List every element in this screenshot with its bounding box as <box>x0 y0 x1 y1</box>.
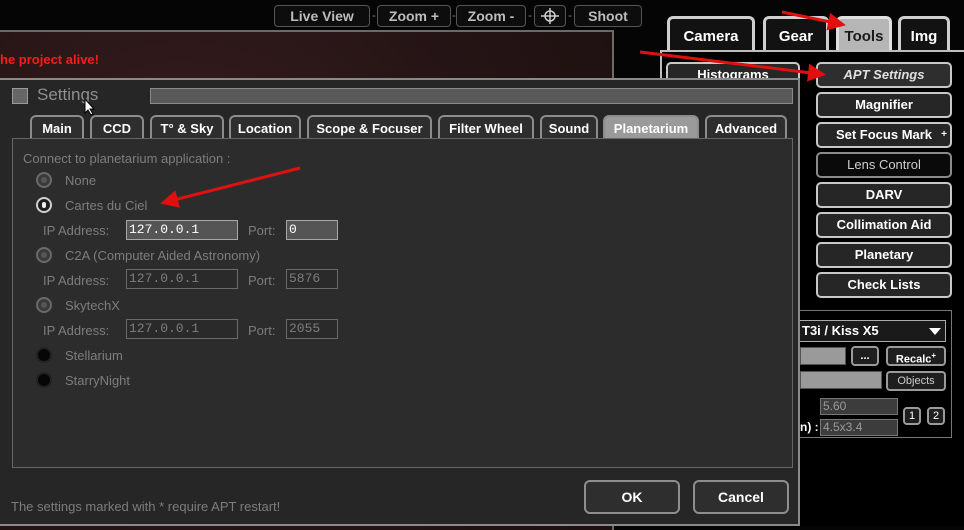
plus-mark: + <box>941 129 947 140</box>
camera-model-value: T3i / Kiss X5 <box>802 323 879 338</box>
radio-stellarium[interactable] <box>36 347 52 363</box>
radio-none[interactable] <box>36 172 52 188</box>
window-icon <box>12 88 28 104</box>
ip-address-label: IP Address: <box>43 323 110 338</box>
darv-button[interactable]: DARV <box>816 182 952 208</box>
radio-c2a-label: C2A (Computer Aided Astronomy) <box>65 248 261 263</box>
chevron-down-icon <box>929 328 941 335</box>
magnifier-button[interactable]: Magnifier <box>816 92 952 118</box>
ip-address-label: IP Address: <box>43 223 110 238</box>
radio-starrynight[interactable] <box>36 372 52 388</box>
radio-starrynight-label: StarryNight <box>65 373 131 388</box>
tab-temp-sky[interactable]: T° & Sky <box>150 115 224 139</box>
set-focus-mark-label: Set Focus Mark <box>835 127 933 142</box>
planetary-button[interactable]: Planetary <box>816 242 952 268</box>
collimation-aid-button[interactable]: Collimation Aid <box>816 212 952 238</box>
crosshair-button[interactable] <box>534 5 566 27</box>
tab-main[interactable]: Main <box>30 115 84 139</box>
radio-none-label: None <box>65 173 97 188</box>
radio-cartes-du-ciel[interactable] <box>36 197 52 213</box>
set-focus-mark-button[interactable]: Set Focus Mark + <box>816 122 952 148</box>
ok-button[interactable]: OK <box>584 480 680 514</box>
preset-1-button[interactable]: 1 <box>903 407 921 425</box>
tab-ccd[interactable]: CCD <box>90 115 144 139</box>
field-label: n) : <box>800 420 819 434</box>
c2a-ip-field[interactable]: 127.0.0.1 <box>126 269 238 289</box>
tab-img[interactable]: Img <box>898 16 950 52</box>
port-label: Port: <box>248 223 276 238</box>
port-label: Port: <box>248 273 276 288</box>
toolbar-separator: - <box>528 8 532 22</box>
live-view-button[interactable]: Live View <box>274 5 370 27</box>
planetarium-settings-panel <box>12 138 793 468</box>
objects-button[interactable]: Objects <box>886 371 946 391</box>
recalc-label: Recalc <box>895 353 932 366</box>
cdc-ip-field[interactable]: 127.0.0.1 <box>126 220 238 240</box>
radio-skytechx-label: SkytechX <box>65 298 120 313</box>
tab-filter-wheel[interactable]: Filter Wheel <box>438 115 534 139</box>
shoot-button[interactable]: Shoot <box>574 5 642 27</box>
apt-settings-button[interactable]: APT Settings <box>816 62 952 88</box>
radio-skytechx[interactable] <box>36 297 52 313</box>
cdc-port-field[interactable]: 0 <box>286 220 338 240</box>
skytechx-port-field[interactable]: 2055 <box>286 319 338 339</box>
radio-stellarium-label: Stellarium <box>65 348 123 363</box>
connect-label: Connect to planetarium application : <box>23 151 231 166</box>
tab-planetarium[interactable]: Planetarium <box>603 115 699 139</box>
toolbar-separator: - <box>568 8 572 22</box>
radio-cartes-du-ciel-label: Cartes du Ciel <box>65 198 148 213</box>
restart-footnote: The settings marked with * require APT r… <box>11 499 281 514</box>
preset-2-button[interactable]: 2 <box>927 407 945 425</box>
zoom-out-button[interactable]: Zoom - <box>456 5 526 27</box>
browse-button[interactable]: ... <box>851 346 879 366</box>
object-field[interactable] <box>800 371 882 389</box>
tab-sound[interactable]: Sound <box>540 115 598 139</box>
tab-location[interactable]: Location <box>229 115 301 139</box>
zoom-in-button[interactable]: Zoom + <box>377 5 451 27</box>
toolbar-separator: - <box>372 8 376 22</box>
value-field-1: 5.60 <box>820 398 898 415</box>
port-label: Port: <box>248 323 276 338</box>
title-bar[interactable] <box>150 88 793 104</box>
recalc-button[interactable]: Recalc+ <box>886 346 946 366</box>
ip-address-label: IP Address: <box>43 273 110 288</box>
plus-mark: + <box>931 351 937 360</box>
camera-model-select[interactable]: T3i / Kiss X5 <box>800 320 946 342</box>
tab-camera[interactable]: Camera <box>667 16 755 52</box>
lens-field[interactable] <box>800 347 846 365</box>
value-field-2: 4.5x3.4 <box>820 419 898 436</box>
crosshair-icon <box>541 8 559 24</box>
tab-tools[interactable]: Tools <box>836 16 892 52</box>
tab-gear[interactable]: Gear <box>763 16 829 52</box>
cancel-button[interactable]: Cancel <box>693 480 789 514</box>
banner-text: he project alive! <box>0 52 99 67</box>
tab-scope-focuser[interactable]: Scope & Focuser <box>307 115 432 139</box>
check-lists-button[interactable]: Check Lists <box>816 272 952 298</box>
c2a-port-field[interactable]: 5876 <box>286 269 338 289</box>
mouse-cursor-icon <box>84 98 96 116</box>
skytechx-ip-field[interactable]: 127.0.0.1 <box>126 319 238 339</box>
tab-advanced[interactable]: Advanced <box>705 115 787 139</box>
lens-control-button[interactable]: Lens Control <box>816 152 952 178</box>
radio-c2a[interactable] <box>36 247 52 263</box>
